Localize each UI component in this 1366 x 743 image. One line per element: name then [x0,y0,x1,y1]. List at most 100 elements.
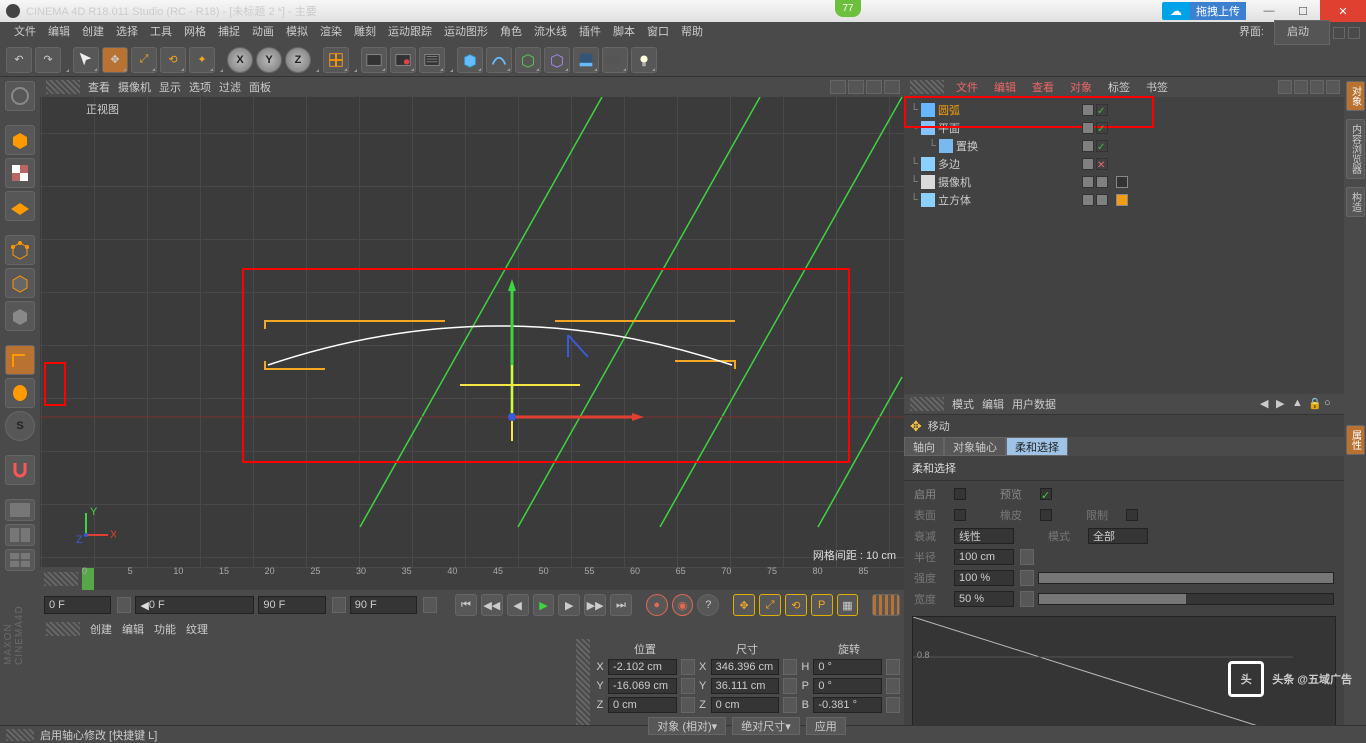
am-menu-edit[interactable]: 编辑 [982,396,1004,412]
grip-icon[interactable] [44,572,78,586]
redo-button[interactable]: ↷ [35,47,61,73]
menu-sculpt[interactable]: 雕刻 [348,22,382,43]
prev-key[interactable]: ◀◀ [481,594,503,616]
limit-check[interactable] [1126,509,1138,521]
key-param[interactable]: P [811,594,833,616]
select-tool[interactable] [73,47,99,73]
size-mode-select[interactable]: 绝对尺寸 ▾ [732,717,800,735]
tweak-mode[interactable] [5,378,35,408]
add-cube[interactable] [457,47,483,73]
width-input[interactable]: 50 % [954,591,1014,607]
size-y-input[interactable]: 36.111 cm [711,678,780,694]
size-x-input[interactable]: 346.396 cm [711,659,780,675]
menu-tools[interactable]: 工具 [144,22,178,43]
mat-tex[interactable]: 纹理 [186,621,208,637]
next-frame[interactable]: ▶ [558,594,580,616]
key-rot[interactable]: ⟲ [785,594,807,616]
vp-menu-display[interactable]: 显示 [159,79,181,95]
size-z-input[interactable]: 0 cm [711,697,780,713]
cloud-upload[interactable]: ☁ 拖拽上传 [1162,2,1246,20]
tab-softsel[interactable]: 柔和选择 [1006,437,1068,456]
grip-icon[interactable] [46,622,80,636]
vp-menu-camera[interactable]: 摄像机 [118,79,151,95]
am-menu-mode[interactable]: 模式 [952,396,974,412]
menu-edit[interactable]: 编辑 [42,22,76,43]
grip-icon[interactable] [6,729,34,741]
falloff-select[interactable]: 线性 [954,528,1014,544]
strength-input[interactable]: 100 % [954,570,1014,586]
menu-pipeline[interactable]: 流水线 [528,22,573,43]
keyopts-button[interactable]: ? [697,594,719,616]
model-mode[interactable] [5,125,35,155]
prev-frame[interactable]: ◀ [507,594,529,616]
coord-system[interactable] [323,47,349,73]
vp-nav-4[interactable] [884,80,900,94]
viewport-1[interactable] [5,499,35,521]
nav-up-icon[interactable]: ▲ [1292,397,1306,411]
enable-check[interactable] [954,488,966,500]
add-environment[interactable] [573,47,599,73]
rotate-tool[interactable]: ⟲ [160,47,186,73]
frame-end-a[interactable]: 90 F [258,596,325,614]
apply-button[interactable]: 应用 [806,717,846,735]
menu-create[interactable]: 创建 [76,22,110,43]
width-slider[interactable] [1038,593,1334,605]
render-region[interactable] [390,47,416,73]
lock-icon[interactable]: 🔒 [1308,397,1322,411]
om-row-摄像机[interactable]: └摄像机 [908,173,1340,191]
key-pla[interactable]: ▦ [837,594,859,616]
menu-sim[interactable]: 模拟 [280,22,314,43]
vp-menu-filter[interactable]: 过滤 [219,79,241,95]
menu-select[interactable]: 选择 [110,22,144,43]
vp-nav-3[interactable] [866,80,882,94]
menu-plugins[interactable]: 插件 [573,22,607,43]
om-menu-edit[interactable]: 编辑 [990,79,1020,95]
vtab-1[interactable]: 对象 [1346,81,1365,111]
viewport-4[interactable] [5,549,35,571]
undo-button[interactable]: ↶ [6,47,32,73]
close-button[interactable]: ✕ [1320,0,1366,22]
menu-anim[interactable]: 动画 [246,22,280,43]
vp-menu-view[interactable]: 查看 [88,79,110,95]
menu-character[interactable]: 角色 [494,22,528,43]
om-row-立方体[interactable]: └立方体 [908,191,1340,209]
om-home-icon[interactable] [1294,80,1308,94]
pos-y-input[interactable]: -16.069 cm [608,678,677,694]
layout-btn-2[interactable] [1348,27,1360,39]
om-menu-file[interactable]: 文件 [952,79,982,95]
vp-nav-2[interactable] [848,80,864,94]
layout-btn-1[interactable] [1333,27,1345,39]
surface-check[interactable] [954,509,966,521]
stepper[interactable] [332,597,346,613]
menu-help[interactable]: 帮助 [675,22,709,43]
am-menu-user[interactable]: 用户数据 [1012,396,1056,412]
minimize-button[interactable]: — [1252,0,1286,22]
menu-script[interactable]: 脚本 [607,22,641,43]
frame-current[interactable]: ◀ 0 F [135,596,254,614]
nav-fwd-icon[interactable]: ▶ [1276,397,1290,411]
grip-icon[interactable] [910,397,944,411]
preview-check[interactable]: ✓ [1040,488,1052,500]
object-manager[interactable]: └圆弧-平面└置换└多边└摄像机└立方体 [904,97,1344,394]
rot-h-input[interactable]: 0 ° [813,659,882,675]
mat-edit[interactable]: 编辑 [122,621,144,637]
axis-y-toggle[interactable]: Y [256,47,282,73]
menu-mograph[interactable]: 运动图形 [438,22,494,43]
viewport-2[interactable] [5,524,35,546]
viewport[interactable]: 正视图 [40,97,904,567]
mode-select[interactable]: 全部 [1088,528,1148,544]
om-menu-tags[interactable]: 标签 [1104,79,1134,95]
stepper[interactable] [117,597,131,613]
vtab-4[interactable]: 属性 [1346,425,1365,455]
tab-axis[interactable]: 轴向 [904,437,944,456]
frame-end-b[interactable]: 90 F [350,596,417,614]
vtab-3[interactable]: 构造 [1346,187,1365,217]
goto-end[interactable]: ⏭ [610,594,632,616]
lasttool-button[interactable]: ✦ [189,47,215,73]
next-key[interactable]: ▶▶ [584,594,606,616]
editable-icon[interactable] [5,81,35,111]
grip-icon[interactable] [46,80,80,94]
play-button[interactable]: ▶ [533,594,555,616]
pos-x-input[interactable]: -2.102 cm [608,659,677,675]
move-tool[interactable]: ✥ [102,47,128,73]
